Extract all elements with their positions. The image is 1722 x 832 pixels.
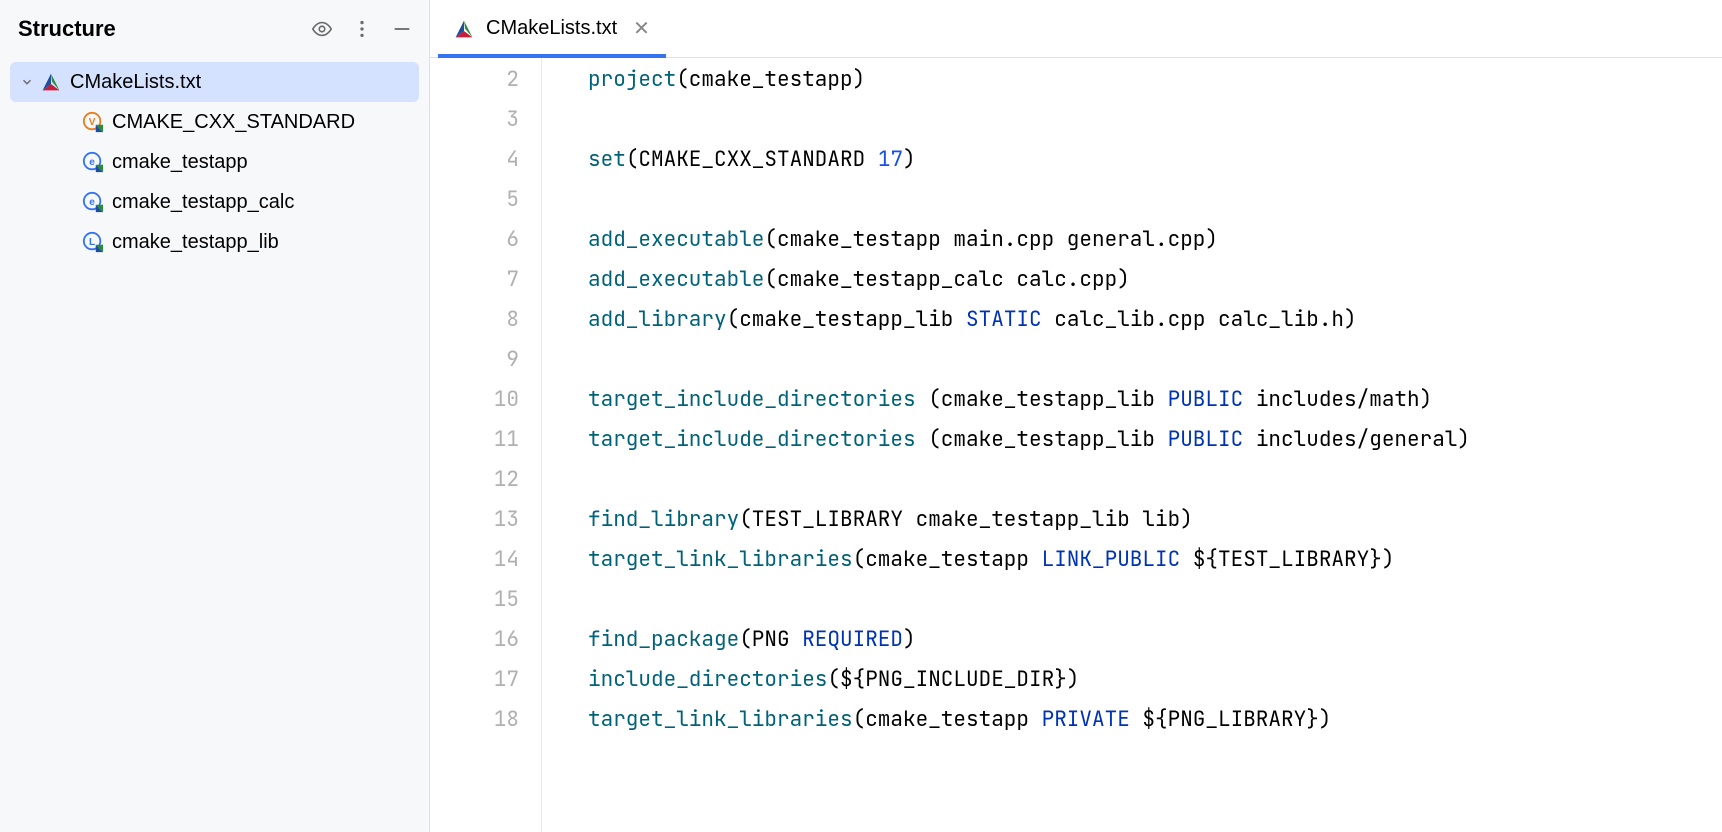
structure-title: Structure — [18, 16, 116, 42]
svg-text:V: V — [89, 117, 96, 128]
line-number: 7 — [430, 260, 541, 300]
code-line: target_link_libraries(cmake_testapp PRIV… — [588, 700, 1722, 740]
close-icon[interactable]: ✕ — [633, 16, 650, 41]
structure-panel: Structure — [0, 0, 430, 832]
line-number: 10 — [430, 380, 541, 420]
code-line: add_library(cmake_testapp_lib STATIC cal… — [588, 300, 1722, 340]
code-editor[interactable]: 23456789101112131415161718 project(cmake… — [430, 58, 1722, 832]
tree-item[interactable]: e cmake_testapp — [10, 142, 419, 182]
structure-header: Structure — [0, 0, 429, 58]
code-line: project(cmake_testapp) — [588, 60, 1722, 100]
tree-item-label: cmake_testapp — [112, 151, 248, 174]
structure-tree: CMakeLists.txt V CMAKE_CXX_STANDARDe cmake… — [0, 58, 429, 266]
code-line: target_link_libraries(cmake_testapp LINK… — [588, 540, 1722, 580]
line-number: 3 — [430, 100, 541, 140]
code-line — [588, 100, 1722, 140]
minimize-icon[interactable] — [389, 16, 415, 42]
code-line: include_directories(${PNG_INCLUDE_DIR}) — [588, 660, 1722, 700]
lib-icon: L — [82, 231, 104, 253]
line-number: 2 — [430, 60, 541, 100]
chevron-down-icon — [18, 75, 36, 89]
code-line: find_library(TEST_LIBRARY cmake_testapp_… — [588, 500, 1722, 540]
code-line: find_package(PNG REQUIRED) — [588, 620, 1722, 660]
tree-item-label: cmake_testapp_calc — [112, 191, 294, 214]
editor-area: CMakeLists.txt ✕ 23456789101112131415161… — [430, 0, 1722, 832]
tree-item[interactable]: e cmake_testapp_calc — [10, 182, 419, 222]
exe-icon: e — [82, 151, 104, 173]
code-line — [588, 460, 1722, 500]
code-line — [588, 580, 1722, 620]
line-number: 5 — [430, 180, 541, 220]
cmake-icon — [454, 18, 476, 40]
more-icon[interactable] — [349, 16, 375, 42]
svg-text:e: e — [89, 197, 95, 208]
gutter: 23456789101112131415161718 — [430, 58, 542, 832]
code-line: target_include_directories (cmake_testap… — [588, 380, 1722, 420]
tree-root-label: CMakeLists.txt — [70, 71, 201, 94]
tab-cmakelists[interactable]: CMakeLists.txt ✕ — [438, 0, 666, 57]
line-number: 16 — [430, 620, 541, 660]
line-number: 15 — [430, 580, 541, 620]
visibility-icon[interactable] — [309, 16, 335, 42]
line-number: 18 — [430, 700, 541, 740]
line-number: 12 — [430, 460, 541, 500]
svg-text:e: e — [89, 157, 95, 168]
tree-item[interactable]: V CMAKE_CXX_STANDARD — [10, 102, 419, 142]
structure-actions — [309, 16, 415, 42]
code-line: set(CMAKE_CXX_STANDARD 17) — [588, 140, 1722, 180]
line-number: 9 — [430, 340, 541, 380]
line-number: 8 — [430, 300, 541, 340]
tree-item[interactable]: Lcmake_testapp_lib — [10, 222, 419, 262]
exe-icon: e — [82, 191, 104, 213]
tab-label: CMakeLists.txt — [486, 17, 617, 40]
line-number: 13 — [430, 500, 541, 540]
var-icon: V — [82, 111, 104, 133]
svg-text:L: L — [89, 237, 95, 248]
code-line: add_executable(cmake_testapp_calc calc.c… — [588, 260, 1722, 300]
line-number: 14 — [430, 540, 541, 580]
code-content: project(cmake_testapp) set(CMAKE_CXX_STA… — [542, 58, 1722, 832]
cmake-icon — [40, 71, 62, 93]
code-line: target_include_directories (cmake_testap… — [588, 420, 1722, 460]
code-line — [588, 180, 1722, 220]
code-line: add_executable(cmake_testapp main.cpp ge… — [588, 220, 1722, 260]
line-number: 11 — [430, 420, 541, 460]
tree-item-label: cmake_testapp_lib — [112, 231, 279, 254]
tab-bar: CMakeLists.txt ✕ — [430, 0, 1722, 58]
tree-item-label: CMAKE_CXX_STANDARD — [112, 111, 355, 134]
line-number: 4 — [430, 140, 541, 180]
line-number: 6 — [430, 220, 541, 260]
line-number: 17 — [430, 660, 541, 700]
code-line — [588, 340, 1722, 380]
tree-root-cmakelists[interactable]: CMakeLists.txt — [10, 62, 419, 102]
